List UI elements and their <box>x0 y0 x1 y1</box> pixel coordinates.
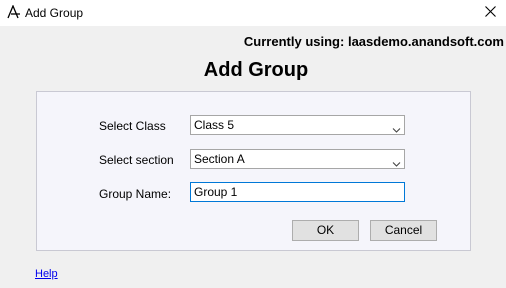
current-using-label: Currently using: <box>243 34 345 49</box>
cancel-button[interactable]: Cancel <box>370 220 437 241</box>
group-name-input[interactable] <box>190 182 405 202</box>
page-title: Add Group <box>203 59 309 81</box>
window-title: Add Group <box>25 6 84 20</box>
current-using-value: laasdemo.anandsoft.com <box>347 34 504 49</box>
select-class-value: Class 5 <box>194 118 235 132</box>
app-logo-icon <box>7 4 21 19</box>
chevron-down-icon <box>392 121 401 133</box>
select-class-label: Select Class <box>99 119 166 133</box>
select-section-label: Select section <box>99 153 174 167</box>
form-panel: Select Class Class 5 Select section Sect… <box>36 91 471 251</box>
close-icon <box>484 4 496 22</box>
ok-button[interactable]: OK <box>292 220 359 241</box>
select-section-dropdown[interactable]: Section A <box>190 149 405 169</box>
title-bar: Add Group <box>0 0 506 26</box>
add-group-dialog: Add Group Currently using: laasdemo.anan… <box>0 0 506 288</box>
current-server-info: Currently using: laasdemo.anandsoft.com <box>244 34 504 50</box>
chevron-down-icon <box>392 155 401 167</box>
select-class-dropdown[interactable]: Class 5 <box>190 115 405 135</box>
close-button[interactable] <box>474 0 506 26</box>
group-name-label: Group Name: <box>99 187 172 201</box>
select-section-value: Section A <box>194 152 245 166</box>
help-link[interactable]: Help <box>35 268 58 281</box>
